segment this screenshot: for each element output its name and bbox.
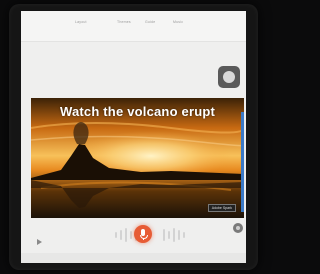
slide-preview[interactable]: Watch the volcano erupt Adobe Spark [31,98,244,218]
tab-music[interactable]: Music [173,20,183,24]
record-voice-button[interactable] [134,225,152,243]
tab-layout[interactable]: Layout [75,20,87,24]
tab-guide[interactable]: Guide [145,20,155,24]
audio-wave-right [163,228,185,242]
record-button[interactable] [218,66,240,88]
bottom-bar [21,253,246,263]
record-circle-icon [223,71,235,83]
microphone-base [142,238,144,240]
selection-edge [241,112,244,212]
microphone-stand [140,235,148,239]
settings-icon[interactable] [233,223,243,233]
app-screen: Layout Themes Guide Music Watch the volc… [21,11,246,263]
settings-dot [236,226,240,230]
brand-watermark: Adobe Spark [207,204,236,212]
tab-themes[interactable]: Themes [117,20,131,24]
play-icon[interactable] [37,239,42,245]
slide-title: Watch the volcano erupt [59,104,216,119]
top-navigation: Layout Themes Guide Music [21,11,246,42]
